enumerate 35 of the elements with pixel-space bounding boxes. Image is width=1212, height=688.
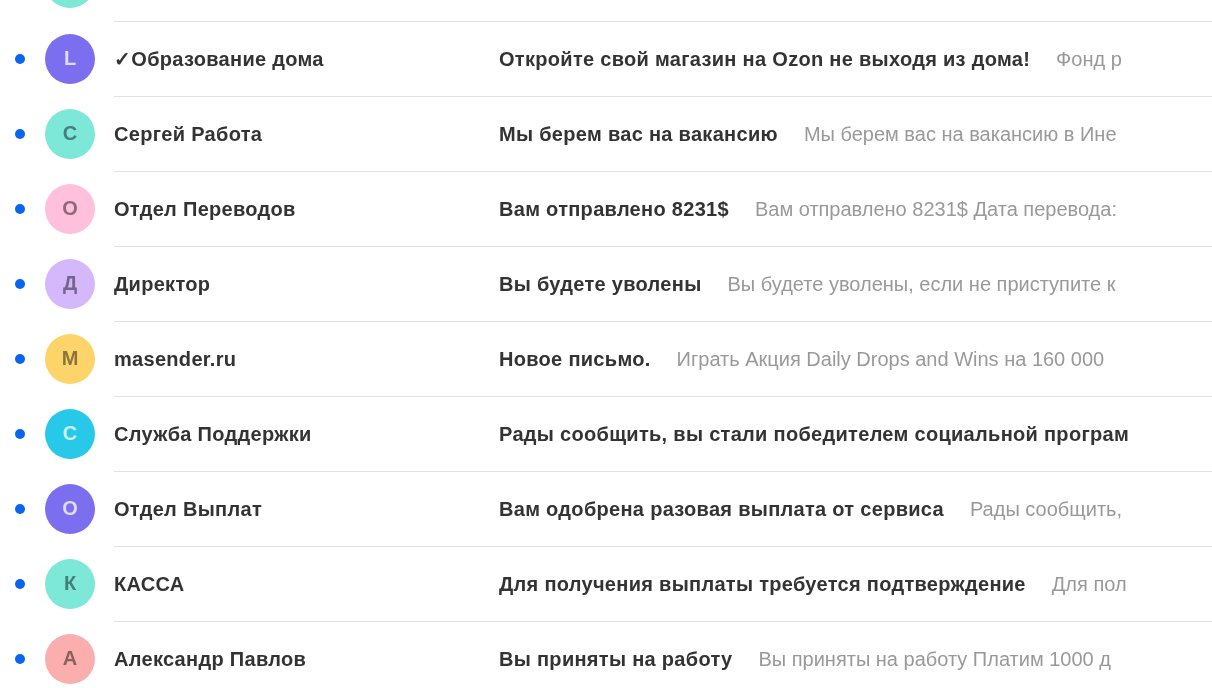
message-subject[interactable]: Вам одобрена разовая выплата от сервиса	[499, 497, 944, 521]
sender-name[interactable]: ✓Образование дома	[114, 47, 499, 71]
message-subject[interactable]: Новое письмо.	[499, 347, 651, 371]
message-subject[interactable]: Вы будете уволены	[499, 272, 702, 296]
message-preview: Вы приняты на работу Платим 1000 д	[758, 647, 1111, 671]
sender-name[interactable]: Отдел Переводов	[114, 197, 499, 221]
message-preview: Рады сообщить,	[969, 497, 1123, 521]
message-preview: Мы берем вас на вакансию в Ине	[803, 122, 1117, 146]
avatar: Д	[45, 258, 95, 309]
message-preview: Вы будете уволены, если не приступите к	[727, 272, 1116, 296]
message-preview: Играть Акция Daily Drops and Wins на 160 000	[676, 347, 1105, 371]
avatar: С	[45, 408, 95, 459]
message-preview: Вам отправлено 8231$ Дата перевода:	[754, 197, 1117, 221]
avatar: С	[45, 108, 95, 159]
avatar: А	[45, 633, 95, 684]
sender-name[interactable]: Служба Поддержки	[114, 422, 499, 446]
avatar: О	[45, 183, 95, 234]
avatar: К	[45, 558, 95, 609]
sender-name[interactable]: Директор	[114, 272, 499, 296]
message-subject[interactable]: Для получения выплаты требуется подтверждение	[499, 572, 1026, 596]
message-preview: Для пол	[1051, 572, 1127, 596]
sender-name[interactable]: КАССА	[114, 572, 499, 596]
message-subject[interactable]: Мы берем вас на вакансию	[499, 122, 778, 146]
sender-name[interactable]: Отдел Выплат	[114, 497, 499, 521]
sender-name[interactable]: Сергей Работа	[114, 122, 499, 146]
sender-name[interactable]: Александр Павлов	[114, 647, 499, 671]
avatar: L	[45, 33, 95, 84]
avatar: М	[45, 333, 95, 384]
message-subject[interactable]: Вам отправлено 8231$	[499, 197, 729, 221]
avatar: О	[45, 483, 95, 534]
sender-name[interactable]: masender.ru	[114, 347, 499, 371]
message-subject[interactable]: Откройте свой магазин на Ozon не выходя из дома!	[499, 47, 1031, 71]
message-preview: Фонд р	[1056, 47, 1122, 71]
message-subject[interactable]: Вы приняты на работу	[499, 647, 733, 671]
message-subject[interactable]: Рады сообщить, вы стали победителем социальной програм	[499, 422, 1130, 446]
